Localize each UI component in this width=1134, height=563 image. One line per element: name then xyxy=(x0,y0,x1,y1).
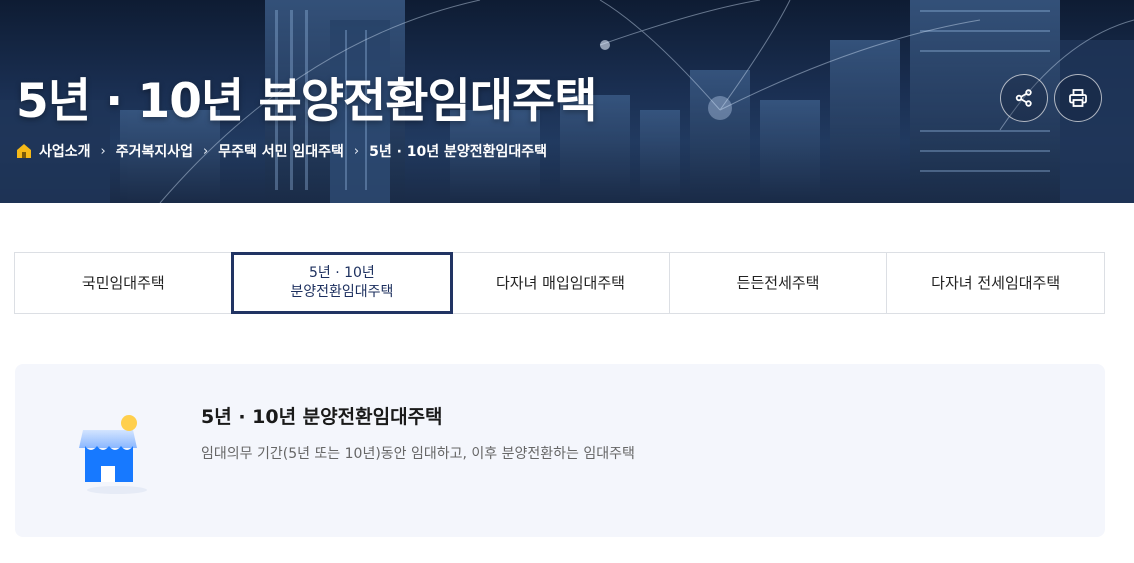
tab-multichild-purchase-rental[interactable]: 다자녀 매입임대주택 xyxy=(452,253,669,313)
breadcrumb-item-homeless-rental[interactable]: 무주택 서민 임대주택 xyxy=(218,141,344,161)
program-summary-box: 5년 · 10년 분양전환임대주택 임대의무 기간(5년 또는 10년)동안 임… xyxy=(15,364,1105,537)
tab-label: 든든전세주택 xyxy=(736,274,820,292)
breadcrumb: 사업소개 › 주거복지사업 › 무주택 서민 임대주택 › 5년 · 10년 분… xyxy=(16,141,547,161)
print-button[interactable] xyxy=(1054,74,1102,122)
housing-type-tabs: 국민임대주택 5년 · 10년 분양전환임대주택 다자녀 매입임대주택 든든전세… xyxy=(14,252,1105,314)
breadcrumb-item-housing-welfare[interactable]: 주거복지사업 xyxy=(116,141,193,161)
breadcrumb-separator: › xyxy=(353,143,360,159)
share-button[interactable] xyxy=(1000,74,1048,122)
print-icon xyxy=(1069,89,1087,107)
program-description: 임대의무 기간(5년 또는 10년)동안 임대하고, 이후 분양전환하는 임대주… xyxy=(201,446,635,462)
tab-label: 국민임대주택 xyxy=(81,274,165,292)
tab-national-rental[interactable]: 국민임대주택 xyxy=(15,253,232,313)
tab-label: 다자녀 매입임대주택 xyxy=(495,274,625,292)
share-icon xyxy=(1015,89,1032,107)
breadcrumb-item-business-intro[interactable]: 사업소개 xyxy=(39,141,91,161)
tab-label-line1: 5년 · 10년 xyxy=(308,265,375,281)
home-icon[interactable] xyxy=(16,143,32,159)
tab-label: 다자녀 전세임대주택 xyxy=(931,274,1061,292)
breadcrumb-separator: › xyxy=(203,143,209,159)
page-banner: 5년 · 10년 분양전환임대주택 사업소개 › 주거복지사업 › 무주택 서민… xyxy=(0,0,1134,203)
program-title: 5년 · 10년 분양전환임대주택 xyxy=(201,406,443,428)
tab-multichild-jeonse-rental[interactable]: 다자녀 전세임대주택 xyxy=(886,253,1104,313)
breadcrumb-item-current: 5년 · 10년 분양전환임대주택 xyxy=(369,144,548,160)
tab-5-10-year-conversion-rental[interactable]: 5년 · 10년 분양전환임대주택 xyxy=(230,252,454,314)
breadcrumb-separator: › xyxy=(100,143,106,159)
tab-secure-jeonse[interactable]: 든든전세주택 xyxy=(668,253,887,313)
house-icon xyxy=(79,415,147,494)
page-title: 5년 · 10년 분양전환임대주택 xyxy=(16,74,597,129)
tab-label-line2: 분양전환임대주택 xyxy=(290,284,394,300)
